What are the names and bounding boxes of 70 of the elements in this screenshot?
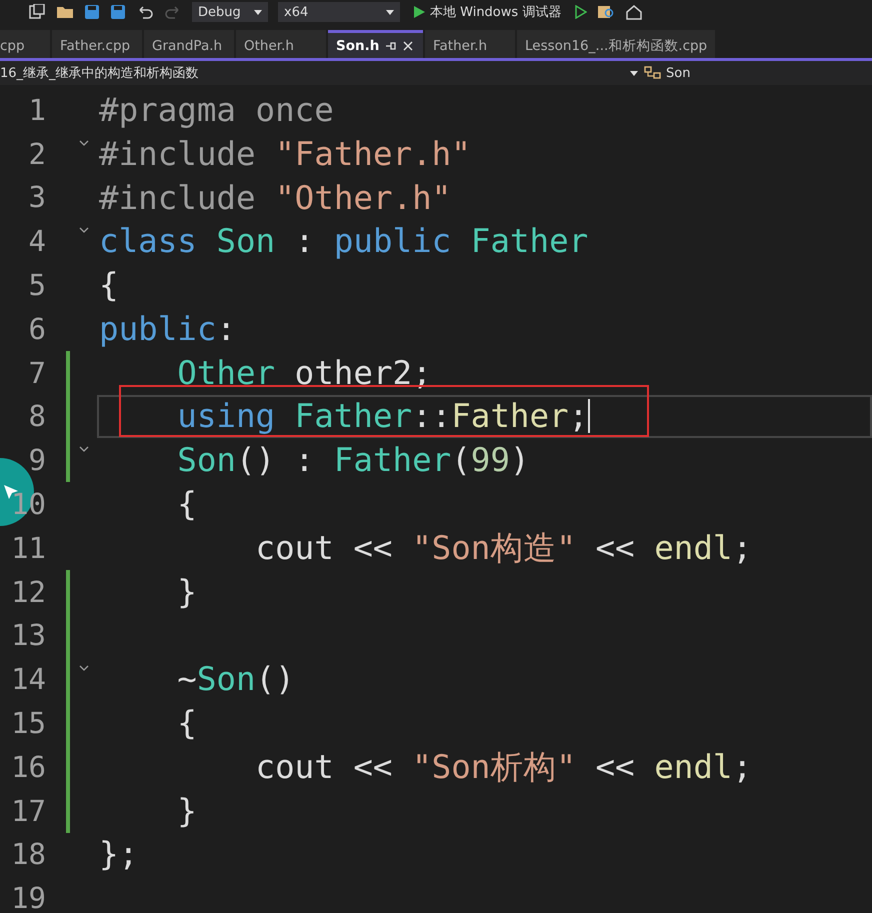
- file-tab[interactable]: Lesson16_...和析构函数.cpp: [517, 30, 716, 58]
- line-number: 4: [28, 224, 46, 258]
- file-tab[interactable]: GrandPa.h: [144, 30, 234, 58]
- line-number: 2: [28, 136, 46, 171]
- tab-label: cpp: [0, 38, 25, 54]
- tab-label: GrandPa.h: [152, 38, 222, 54]
- code-line: #pragma once: [99, 90, 334, 130]
- line-number: 12: [10, 574, 46, 609]
- save-all-icon[interactable]: [110, 4, 126, 20]
- code-line: }: [176, 572, 197, 612]
- line-number: 14: [10, 662, 46, 696]
- code-line: class Son : public Father: [99, 221, 588, 262]
- tab-label: Lesson16_...和析构函数.cpp: [525, 36, 708, 54]
- line-number: 15: [10, 706, 46, 740]
- code-line: ~Son(): [176, 659, 295, 700]
- line-number: 3: [28, 180, 46, 214]
- member-dropdown[interactable]: Son: [666, 66, 690, 80]
- line-number: 13: [10, 618, 46, 652]
- line-number: 6: [28, 312, 46, 346]
- line-number: 8: [28, 399, 46, 434]
- line-number: 7: [28, 356, 46, 390]
- line-number: 19: [10, 881, 46, 913]
- run-button[interactable]: 本地 Windows 调试器: [410, 3, 566, 21]
- fold-icon[interactable]: [78, 140, 88, 147]
- folder-icon[interactable]: [56, 5, 74, 19]
- code-line: #include "Father.h": [99, 134, 471, 174]
- code-line: }: [176, 790, 197, 831]
- play-icon: [414, 6, 425, 18]
- code-line: {: [176, 484, 197, 524]
- tab-label: Father.h: [433, 38, 488, 54]
- file-tab[interactable]: Father.h: [425, 30, 515, 58]
- code-line: };: [99, 834, 138, 874]
- code-line: Son() : Father(99): [176, 440, 530, 480]
- copy-icon[interactable]: [28, 4, 46, 20]
- file-tab[interactable]: Son.h: [328, 30, 423, 58]
- tab-label: Other.h: [244, 38, 294, 54]
- code-line: public:: [99, 308, 236, 349]
- code-line: cout << "Son析构" << endl;: [254, 746, 752, 787]
- platform-dropdown[interactable]: x64: [278, 2, 400, 22]
- save-icon[interactable]: [84, 4, 100, 20]
- file-tab[interactable]: cpp: [0, 30, 50, 58]
- line-number: 5: [28, 268, 46, 302]
- fold-icon[interactable]: [78, 227, 88, 234]
- line-number: 17: [10, 794, 46, 828]
- file-tab[interactable]: Father.cpp: [52, 30, 142, 58]
- home-icon[interactable]: [625, 4, 644, 20]
- code-line: {: [176, 703, 197, 744]
- caret-icon: [254, 10, 262, 14]
- line-number: 9: [28, 443, 46, 478]
- tab-label: Son.h: [336, 38, 380, 54]
- play-icon[interactable]: [575, 5, 588, 19]
- file-tab[interactable]: Other.h: [236, 30, 326, 58]
- code-line: #include "Other.h": [99, 178, 452, 218]
- fold-icon[interactable]: [78, 446, 88, 454]
- code-line: cout << "Son构造" << endl;: [254, 528, 752, 568]
- code-line: using Father::Father;: [176, 396, 590, 436]
- caret-icon[interactable]: [630, 70, 638, 76]
- pin-icon[interactable]: [385, 40, 398, 50]
- line-number: 18: [10, 837, 46, 872]
- close-icon[interactable]: [403, 40, 414, 50]
- tab-label: Father.cpp: [60, 38, 130, 54]
- line-number: 1: [28, 92, 46, 127]
- line-number: 11: [10, 530, 46, 565]
- code-line: Other other2;: [176, 352, 432, 393]
- configuration-dropdown[interactable]: Debug: [192, 2, 268, 22]
- line-number: 16: [10, 750, 46, 784]
- project-dropdown[interactable]: 16_继承_继承中的构造和析构函数: [0, 64, 630, 82]
- fold-icon[interactable]: [78, 665, 88, 672]
- code-line: {: [99, 265, 119, 306]
- caret-icon: [386, 10, 394, 14]
